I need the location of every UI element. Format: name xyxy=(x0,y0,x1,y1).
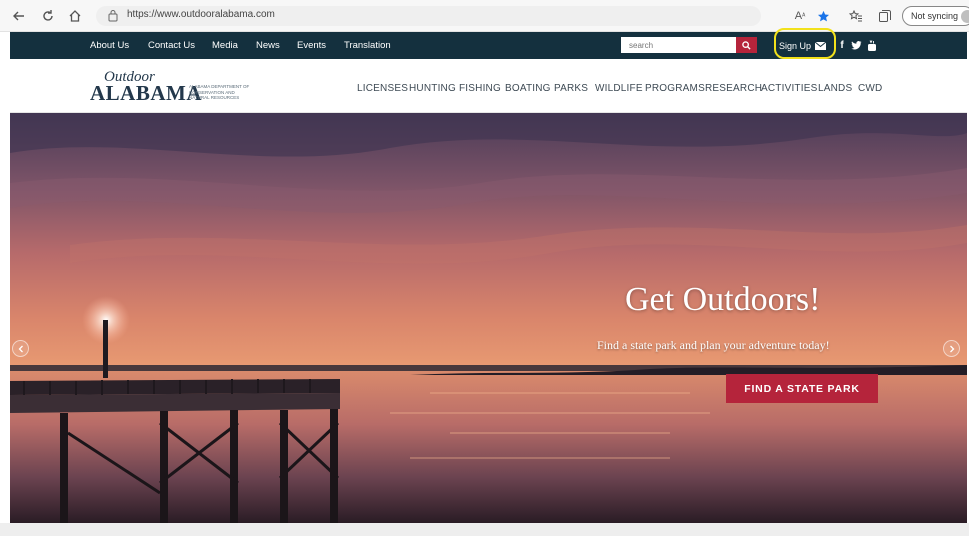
page-bottom-strip xyxy=(0,523,969,536)
logo-department-text: Alabama Department of Conservation and N… xyxy=(189,84,250,100)
hero-subtitle: Find a state park and plan your adventur… xyxy=(597,338,830,352)
address-bar[interactable]: https://www.outdooralabama.com xyxy=(96,6,761,26)
hero-title: Get Outdoors! xyxy=(625,281,821,318)
top-link-events[interactable]: Events xyxy=(297,40,326,51)
nav-research[interactable]: RESEARCH xyxy=(705,83,762,94)
lock-icon xyxy=(108,9,118,27)
favorite-star-icon[interactable] xyxy=(815,8,831,24)
logo-alabama-text: ALABAMA xyxy=(90,81,202,105)
top-link-translation[interactable]: Translation xyxy=(344,40,391,51)
home-icon[interactable] xyxy=(66,7,84,25)
chevron-left-icon xyxy=(18,345,23,352)
mail-icon xyxy=(815,41,827,50)
sync-label: Not syncing xyxy=(911,11,959,21)
site-top-bar: About Us Contact Us Media News Events Tr… xyxy=(10,32,967,59)
youtube-icon[interactable] xyxy=(866,39,878,52)
nav-cwd[interactable]: CWD xyxy=(858,83,882,94)
site-header: Outdoor ALABAMA Alabama Department of Co… xyxy=(10,59,967,113)
chevron-right-icon xyxy=(949,345,954,352)
top-link-media[interactable]: Media xyxy=(212,40,238,51)
nav-fishing[interactable]: FISHING xyxy=(459,83,501,94)
top-link-news[interactable]: News xyxy=(256,40,280,51)
hero-sunset-pier-image xyxy=(10,113,967,523)
nav-lands[interactable]: LANDS xyxy=(818,83,852,94)
carousel-prev-button[interactable] xyxy=(12,340,29,357)
site-search-input[interactable] xyxy=(621,37,745,53)
favorites-icon[interactable] xyxy=(848,8,864,24)
nav-wildlife[interactable]: WILDLIFE xyxy=(595,83,643,94)
twitter-icon[interactable] xyxy=(850,39,862,52)
nav-programs[interactable]: PROGRAMS xyxy=(645,83,705,94)
url-text: https://www.outdooralabama.com xyxy=(127,9,275,20)
browser-toolbar: https://www.outdooralabama.com Aᴬ Not sy… xyxy=(0,0,969,32)
search-icon xyxy=(742,40,751,50)
carousel-next-button[interactable] xyxy=(943,340,960,357)
profile-avatar-icon xyxy=(961,10,969,23)
search-button[interactable] xyxy=(736,37,757,53)
hero-banner: Get Outdoors! Find a state park and plan… xyxy=(10,113,967,523)
outdoor-alabama-logo[interactable]: Outdoor ALABAMA Alabama Department of Co… xyxy=(90,69,270,105)
top-link-about-us[interactable]: About Us xyxy=(90,40,129,51)
nav-parks[interactable]: PARKS xyxy=(554,83,588,94)
nav-hunting[interactable]: HUNTING xyxy=(409,83,456,94)
nav-licenses[interactable]: LICENSES xyxy=(357,83,408,94)
read-aloud-icon[interactable]: Aᴬ xyxy=(792,8,808,24)
collections-icon[interactable] xyxy=(877,8,893,24)
find-state-park-button[interactable]: FIND A STATE PARK xyxy=(726,374,878,403)
nav-activities[interactable]: ACTIVITIES xyxy=(761,83,817,94)
signup-link[interactable]: Sign Up xyxy=(774,34,836,57)
facebook-icon[interactable]: f xyxy=(836,39,848,52)
sync-status-button[interactable]: Not syncing xyxy=(902,6,969,26)
top-link-contact-us[interactable]: Contact Us xyxy=(148,40,195,51)
refresh-icon[interactable] xyxy=(39,7,57,25)
nav-boating[interactable]: BOATING xyxy=(505,83,551,94)
signup-label: Sign Up xyxy=(779,40,812,51)
back-arrow-icon[interactable] xyxy=(10,7,28,25)
